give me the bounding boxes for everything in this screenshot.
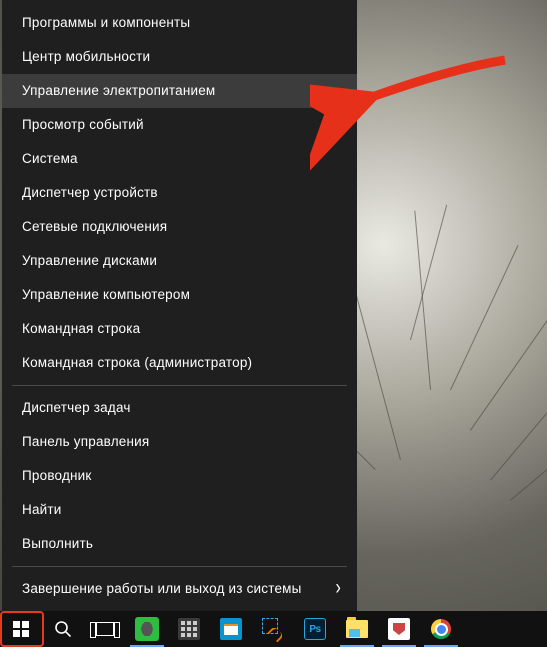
menu-separator <box>12 566 347 567</box>
taskbar-app-snipping-tool[interactable] <box>252 611 294 647</box>
taskbar-app-evernote[interactable] <box>126 611 168 647</box>
taskbar-app-chrome[interactable] <box>420 611 462 647</box>
taskbar-app-photoshop[interactable]: Ps <box>294 611 336 647</box>
menu-item-mobility-center[interactable]: Центр мобильности <box>2 40 357 74</box>
total-commander-icon <box>388 618 410 640</box>
notepad-icon <box>220 618 242 640</box>
menu-item-search[interactable]: Найти <box>2 493 357 527</box>
menu-separator <box>12 385 347 386</box>
menu-item-control-panel[interactable]: Панель управления <box>2 425 357 459</box>
menu-item-file-explorer[interactable]: Проводник <box>2 459 357 493</box>
taskbar-app-total-commander[interactable] <box>378 611 420 647</box>
winx-power-menu: Программы и компоненты Центр мобильности… <box>2 0 357 611</box>
folder-icon <box>346 620 368 638</box>
menu-item-network-connections[interactable]: Сетевые подключения <box>2 210 357 244</box>
menu-item-computer-management[interactable]: Управление компьютером <box>2 278 357 312</box>
menu-item-shutdown-signout[interactable]: Завершение работы или выход из системы <box>2 572 357 606</box>
chrome-icon <box>431 619 451 639</box>
menu-item-command-prompt[interactable]: Командная строка <box>2 312 357 346</box>
taskbar-app-notepad[interactable] <box>210 611 252 647</box>
scissors-icon <box>262 618 284 640</box>
search-icon <box>54 620 72 638</box>
start-button[interactable] <box>0 611 42 647</box>
photoshop-icon: Ps <box>304 618 326 640</box>
taskbar-app-file-explorer[interactable] <box>336 611 378 647</box>
menu-item-command-prompt-admin[interactable]: Командная строка (администратор) <box>2 346 357 380</box>
menu-item-task-manager[interactable]: Диспетчер задач <box>2 391 357 425</box>
menu-item-run[interactable]: Выполнить <box>2 527 357 561</box>
menu-item-programs-features[interactable]: Программы и компоненты <box>2 6 357 40</box>
menu-item-event-viewer[interactable]: Просмотр событий <box>2 108 357 142</box>
menu-item-disk-management[interactable]: Управление дисками <box>2 244 357 278</box>
menu-item-system[interactable]: Система <box>2 142 357 176</box>
taskbar-taskview-button[interactable] <box>84 611 126 647</box>
menu-item-power-options[interactable]: Управление электропитанием <box>2 74 357 108</box>
taskbar-app-calculator[interactable] <box>168 611 210 647</box>
calculator-icon <box>178 618 200 640</box>
taskview-icon <box>96 622 114 636</box>
evernote-icon <box>135 617 159 641</box>
windows-logo-icon <box>13 621 29 637</box>
taskbar: Ps <box>0 611 547 647</box>
taskbar-search-button[interactable] <box>42 611 84 647</box>
menu-item-device-manager[interactable]: Диспетчер устройств <box>2 176 357 210</box>
